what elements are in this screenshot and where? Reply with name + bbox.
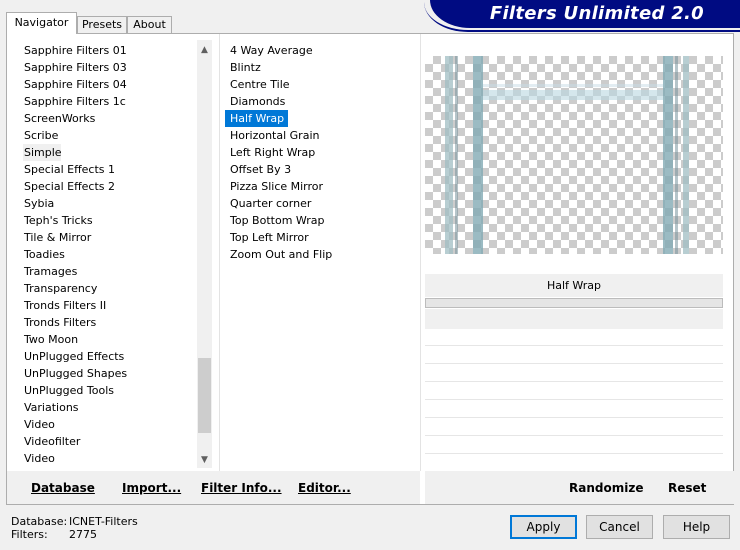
parameter-header: Half Wrap <box>425 274 723 297</box>
database-value: ICNET-Filters <box>69 515 138 528</box>
category-item[interactable]: Variations <box>23 399 199 416</box>
reset-button[interactable]: Reset <box>668 481 706 495</box>
database-label: Database: <box>11 515 68 528</box>
preview-stripe <box>473 56 483 254</box>
category-item[interactable]: Toadies <box>23 246 199 263</box>
filter-item[interactable]: Diamonds <box>225 93 289 110</box>
filters-count: 2775 <box>69 528 97 541</box>
preview-stripe <box>683 56 689 254</box>
scrollbar-thumb[interactable] <box>198 358 211 433</box>
title-banner: Filters Unlimited 2.0 <box>424 0 740 32</box>
category-item[interactable]: Sapphire Filters 1c <box>23 93 199 110</box>
parameter-spacer <box>425 309 723 329</box>
category-item[interactable]: Tramages <box>23 263 199 280</box>
filter-item[interactable]: Left Right Wrap <box>225 144 319 161</box>
filter-item[interactable]: Quarter corner <box>225 195 315 212</box>
category-item[interactable]: Scribe <box>23 127 199 144</box>
category-item[interactable]: Sapphire Filters 04 <box>23 76 199 93</box>
preview-stripe <box>483 84 663 87</box>
category-item[interactable]: UnPlugged Tools <box>23 382 199 399</box>
filters-label: Filters: <box>11 528 48 541</box>
category-item[interactable]: Special Effects 2 <box>23 178 199 195</box>
filter-list[interactable]: 4 Way Average Blintz Centre Tile Diamonds Ha… <box>225 42 415 464</box>
parameter-row <box>425 453 723 454</box>
parameter-row <box>425 399 723 400</box>
category-item[interactable]: Teph's Tricks <box>23 212 199 229</box>
divider <box>420 34 421 471</box>
import-button[interactable]: Import... <box>122 481 181 495</box>
preview-stripe <box>663 56 673 254</box>
app-title: Filters Unlimited 2.0 <box>489 3 704 24</box>
chevron-down-icon[interactable]: ▼ <box>197 452 212 469</box>
divider <box>219 34 220 471</box>
category-item[interactable]: UnPlugged Effects <box>23 348 199 365</box>
chevron-up-icon[interactable]: ▲ <box>197 42 212 59</box>
preview-image <box>425 56 723 254</box>
category-item[interactable]: Tronds Filters II <box>23 297 199 314</box>
category-list[interactable]: Sapphire Filters 01 Sapphire Filters 03 Sa… <box>23 42 199 464</box>
preview-stripe <box>675 56 678 254</box>
category-item[interactable]: Video <box>23 450 199 464</box>
navigator-panel: Sapphire Filters 01 Sapphire Filters 03 Sa… <box>6 33 734 505</box>
filter-item[interactable]: Horizontal Grain <box>225 127 323 144</box>
category-item[interactable]: Sapphire Filters 01 <box>23 42 199 59</box>
tab-presets[interactable]: Presets <box>77 16 127 34</box>
filter-item[interactable]: Offset By 3 <box>225 161 295 178</box>
category-item[interactable]: Sapphire Filters 03 <box>23 59 199 76</box>
parameter-row <box>425 363 723 364</box>
help-button[interactable]: Help <box>663 515 730 539</box>
apply-button[interactable]: Apply <box>510 515 577 539</box>
filter-item[interactable]: Zoom Out and Flip <box>225 246 336 263</box>
parameter-slider[interactable] <box>425 298 723 308</box>
editor-button[interactable]: Editor... <box>298 481 351 495</box>
category-item[interactable]: UnPlugged Shapes <box>23 365 199 382</box>
cancel-button[interactable]: Cancel <box>586 515 653 539</box>
filter-info-button[interactable]: Filter Info... <box>201 481 282 495</box>
category-item[interactable]: Simple <box>23 144 62 161</box>
filter-item[interactable]: Half Wrap <box>225 110 289 127</box>
tab-navigator[interactable]: Navigator <box>6 12 77 34</box>
filter-item[interactable]: Pizza Slice Mirror <box>225 178 327 195</box>
category-item[interactable]: Transparency <box>23 280 199 297</box>
parameter-row <box>425 417 723 418</box>
filter-item[interactable]: Blintz <box>225 59 265 76</box>
preview-stripe <box>445 56 453 254</box>
preview-stripe <box>483 90 663 100</box>
category-item[interactable]: Videofilter <box>23 433 199 450</box>
category-item[interactable]: Tronds Filters <box>23 314 199 331</box>
filter-item[interactable]: Top Bottom Wrap <box>225 212 329 229</box>
preview-stripe <box>455 56 458 254</box>
parameter-row <box>425 381 723 382</box>
filter-item[interactable]: Centre Tile <box>225 76 294 93</box>
category-item[interactable]: ScreenWorks <box>23 110 199 127</box>
parameter-row <box>425 345 723 346</box>
category-item[interactable]: Sybia <box>23 195 199 212</box>
category-item[interactable]: Tile & Mirror <box>23 229 199 246</box>
database-button[interactable]: Database <box>31 481 95 495</box>
parameter-row <box>425 435 723 436</box>
category-item[interactable]: Special Effects 1 <box>23 161 199 178</box>
category-item[interactable]: Video <box>23 416 199 433</box>
randomize-button[interactable]: Randomize <box>569 481 643 495</box>
filter-item[interactable]: 4 Way Average <box>225 42 317 59</box>
category-item[interactable]: Two Moon <box>23 331 199 348</box>
tab-about[interactable]: About <box>127 16 172 34</box>
filter-item[interactable]: Top Left Mirror <box>225 229 313 246</box>
category-scrollbar[interactable]: ▲ ▼ <box>197 40 212 468</box>
